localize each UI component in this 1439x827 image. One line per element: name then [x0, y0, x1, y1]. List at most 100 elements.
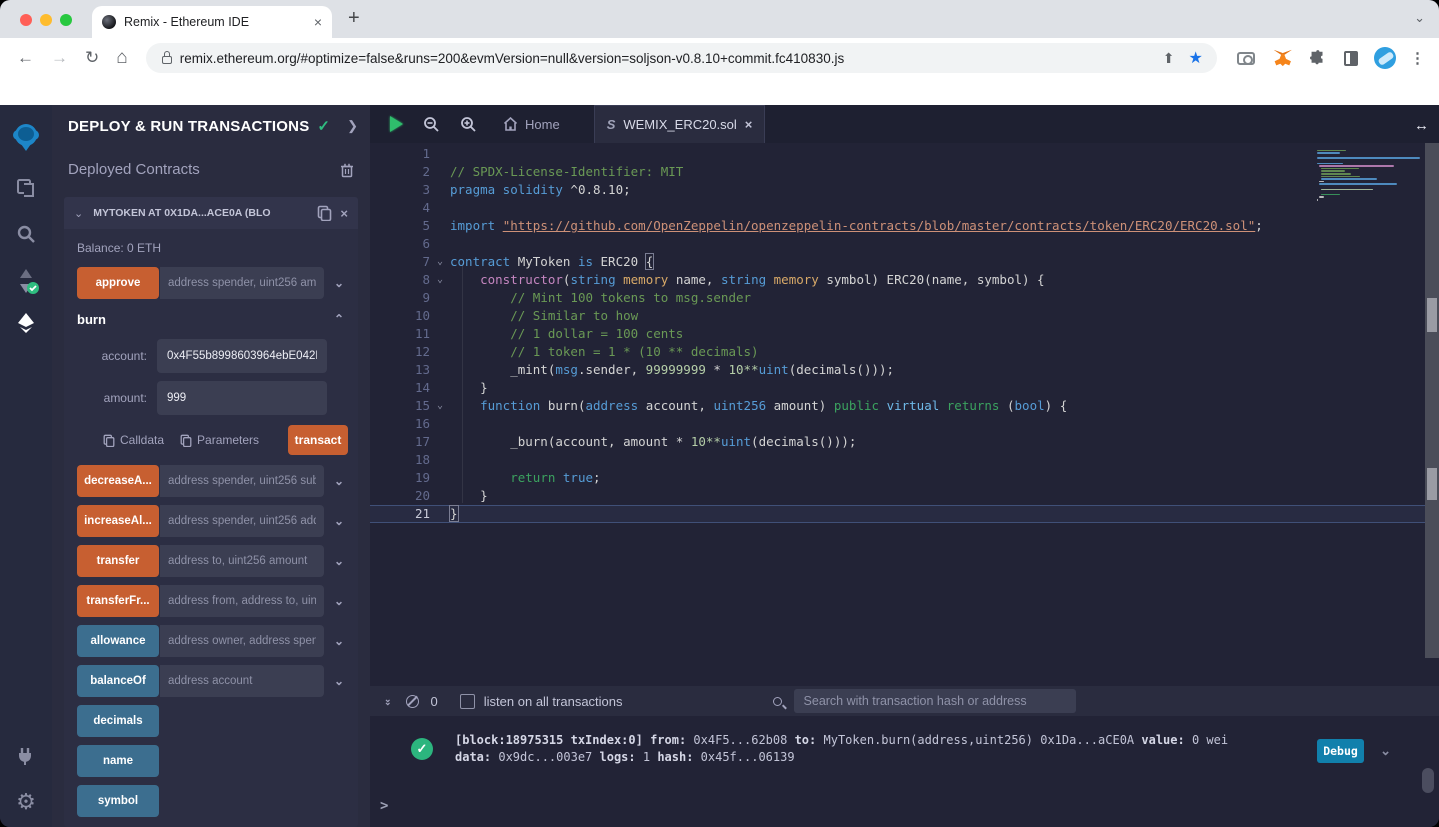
code-line-19[interactable]: 19 return true;: [370, 469, 1439, 487]
share-icon[interactable]: ⬆: [1163, 50, 1175, 67]
code-line-6[interactable]: 6: [370, 235, 1439, 253]
remove-contract-icon[interactable]: ×: [340, 206, 348, 221]
burn-collapse-chevron-icon[interactable]: ⌃: [334, 312, 344, 326]
zoom-in-icon[interactable]: [460, 116, 477, 133]
code-line-8[interactable]: 8⌄ constructor(string memory name, strin…: [370, 271, 1439, 289]
function-button[interactable]: balanceOf: [77, 665, 159, 697]
editor-scrollbar[interactable]: [1425, 143, 1439, 658]
code-line-20[interactable]: 20 }: [370, 487, 1439, 505]
editor-scrollbar-thumb[interactable]: [1427, 298, 1437, 332]
browser-tab[interactable]: Remix - Ethereum IDE ×: [92, 6, 332, 38]
solidity-compiler-icon[interactable]: [0, 267, 52, 295]
clear-console-icon[interactable]: [406, 695, 419, 708]
function-expand-chevron-icon[interactable]: ⌄: [334, 514, 344, 528]
tab-wemix-erc20[interactable]: S WEMIX_ERC20.sol ×: [594, 105, 766, 143]
function-button[interactable]: symbol: [77, 785, 159, 817]
function-args-input[interactable]: [160, 505, 324, 537]
bookmark-star-icon[interactable]: ★: [1189, 48, 1203, 68]
function-button[interactable]: transfer: [77, 545, 159, 577]
code-line-11[interactable]: 11 // 1 dollar = 100 cents: [370, 325, 1439, 343]
code-line-5[interactable]: 5import "https://github.com/OpenZeppelin…: [370, 217, 1439, 235]
debug-button[interactable]: Debug: [1317, 739, 1364, 763]
deploy-run-icon[interactable]: [0, 311, 52, 335]
code-line-9[interactable]: 9 // Mint 100 tokens to msg.sender: [370, 289, 1439, 307]
code-line-14[interactable]: 14 }: [370, 379, 1439, 397]
code-line-1[interactable]: 1: [370, 145, 1439, 163]
file-explorer-icon[interactable]: [0, 177, 52, 199]
code-editor[interactable]: 12// SPDX-License-Identifier: MIT3pragma…: [370, 143, 1439, 686]
minimize-window-button[interactable]: [40, 14, 52, 26]
run-script-play-icon[interactable]: [390, 116, 403, 132]
terminal-prompt[interactable]: >: [380, 798, 388, 814]
listen-transactions-checkbox[interactable]: [460, 694, 475, 709]
code-line-17[interactable]: 17 _burn(account, amount * 10**uint(deci…: [370, 433, 1439, 451]
extensions-puzzle-icon[interactable]: [1310, 50, 1326, 66]
copy-calldata-icon[interactable]: [103, 434, 115, 447]
code-line-16[interactable]: 16: [370, 415, 1439, 433]
copy-parameters-icon[interactable]: [180, 434, 192, 447]
copy-address-icon[interactable]: [317, 205, 332, 221]
function-expand-chevron-icon[interactable]: ⌄: [334, 634, 344, 648]
function-button[interactable]: approve: [77, 267, 159, 299]
terminal-collapse-icon[interactable]: ⌄⌄: [384, 696, 392, 706]
terminal-scrollbar-thumb[interactable]: [1422, 768, 1434, 793]
function-button[interactable]: allowance: [77, 625, 159, 657]
fold-chevron-icon[interactable]: ⌄: [430, 271, 450, 289]
tx-expand-chevron-icon[interactable]: ⌄: [1380, 743, 1391, 759]
search-icon[interactable]: [0, 223, 52, 245]
function-button[interactable]: transferFr...: [77, 585, 159, 617]
calldata-label[interactable]: Calldata: [120, 433, 164, 447]
code-line-15[interactable]: 15⌄ function burn(address account, uint2…: [370, 397, 1439, 415]
tab-close-icon[interactable]: ×: [314, 14, 322, 30]
tab-home[interactable]: Home: [503, 117, 560, 132]
url-text[interactable]: remix.ethereum.org/#optimize=false&runs=…: [180, 51, 1155, 66]
function-args-input[interactable]: [160, 267, 324, 299]
tab-list-chevron-icon[interactable]: ⌄: [1414, 10, 1425, 26]
editor-scrollbar-thumb2[interactable]: [1427, 468, 1437, 500]
function-expand-chevron-icon[interactable]: ⌄: [334, 474, 344, 488]
maximize-window-button[interactable]: [60, 14, 72, 26]
panel-collapse-chevron-icon[interactable]: ❯: [347, 118, 358, 134]
fold-chevron-icon[interactable]: ⌄: [430, 397, 450, 415]
contract-card-header[interactable]: ⌄ MYTOKEN AT 0X1DA...ACE0A (BLO ×: [64, 197, 358, 229]
function-args-input[interactable]: [160, 545, 324, 577]
function-button[interactable]: decimals: [77, 705, 159, 737]
function-button[interactable]: name: [77, 745, 159, 777]
address-bar[interactable]: remix.ethereum.org/#optimize=false&runs=…: [146, 43, 1217, 73]
function-args-input[interactable]: [160, 625, 324, 657]
zoom-out-icon[interactable]: [423, 116, 440, 133]
trash-icon[interactable]: [340, 162, 354, 178]
function-args-input[interactable]: [160, 665, 324, 697]
lock-icon[interactable]: [162, 56, 172, 64]
function-args-input[interactable]: [160, 585, 324, 617]
settings-gear-icon[interactable]: ⚙: [0, 789, 52, 815]
reload-icon[interactable]: ↻: [85, 48, 99, 68]
code-line-2[interactable]: 2// SPDX-License-Identifier: MIT: [370, 163, 1439, 181]
code-line-21[interactable]: 21}: [370, 505, 1439, 523]
terminal-search-input[interactable]: [794, 689, 1076, 713]
function-args-input[interactable]: [160, 465, 324, 497]
close-window-button[interactable]: [20, 14, 32, 26]
contract-expand-chevron-icon[interactable]: ⌄: [74, 207, 83, 220]
editor-minimap[interactable]: [1317, 147, 1423, 207]
parameters-label[interactable]: Parameters: [197, 433, 259, 447]
code-line-4[interactable]: 4: [370, 199, 1439, 217]
plugin-manager-icon[interactable]: [0, 745, 52, 767]
code-line-12[interactable]: 12 // 1 token = 1 * (10 ** decimals): [370, 343, 1439, 361]
remix-logo-icon[interactable]: [0, 119, 52, 155]
transact-button[interactable]: transact: [288, 425, 348, 455]
code-line-3[interactable]: 3pragma solidity ^0.8.10;: [370, 181, 1439, 199]
function-expand-chevron-icon[interactable]: ⌄: [334, 276, 344, 290]
browser-menu-icon[interactable]: ⋮: [1410, 49, 1425, 67]
camera-extension-icon[interactable]: [1237, 52, 1255, 65]
function-button[interactable]: decreaseA...: [77, 465, 159, 497]
metamask-icon[interactable]: [1273, 49, 1293, 67]
function-expand-chevron-icon[interactable]: ⌄: [334, 674, 344, 688]
tx-log-text[interactable]: [block:18975315 txIndex:0] from: 0x4F5..…: [455, 732, 1305, 766]
home-icon[interactable]: ⌂: [116, 47, 127, 69]
back-icon[interactable]: ←: [17, 48, 34, 68]
code-line-18[interactable]: 18: [370, 451, 1439, 469]
file-tab-close-icon[interactable]: ×: [745, 117, 753, 132]
profile-avatar[interactable]: [1374, 47, 1396, 69]
side-panel-icon[interactable]: [1344, 51, 1359, 66]
